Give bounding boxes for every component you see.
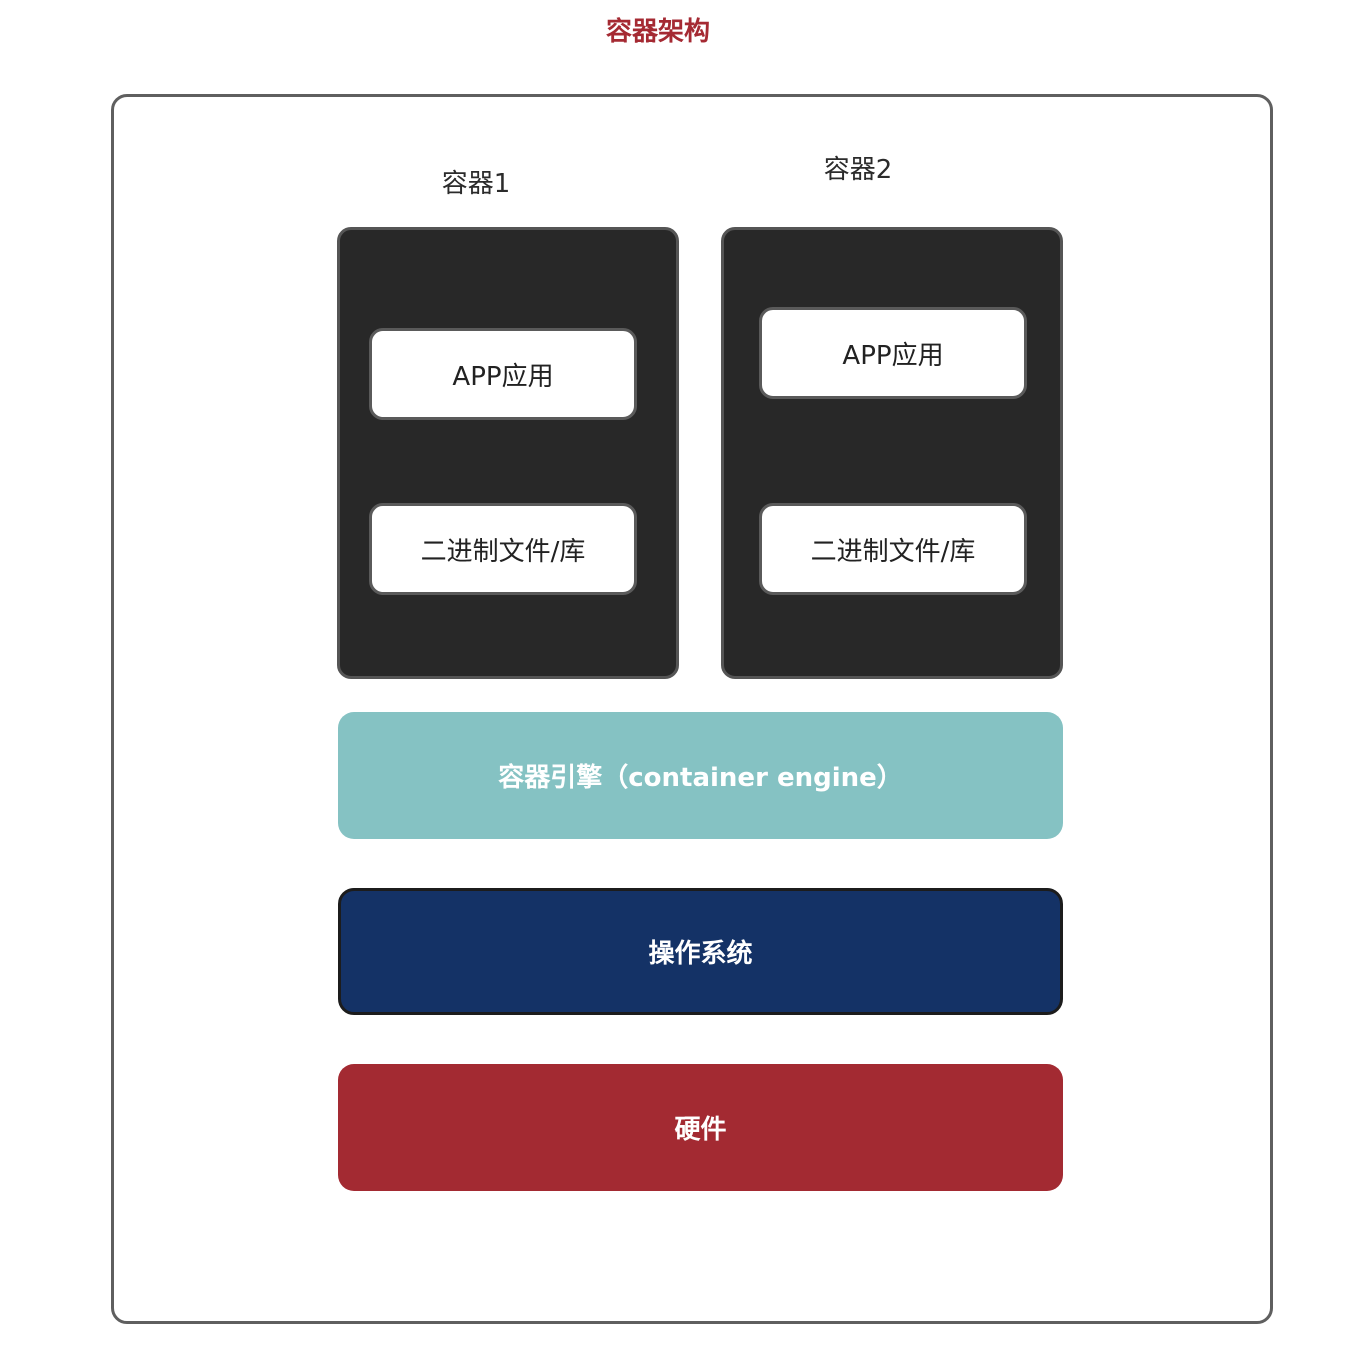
container-2-box: APP应用 二进制文件/库: [721, 227, 1063, 679]
container-1-binaries-box: 二进制文件/库: [369, 503, 637, 595]
container-engine-layer: 容器引擎（container engine）: [338, 712, 1063, 839]
container-1-app-box: APP应用: [369, 328, 637, 420]
container-1-label: 容器1: [441, 169, 511, 199]
container-2-binaries-box: 二进制文件/库: [759, 503, 1027, 595]
container-2-app-box: APP应用: [759, 307, 1027, 399]
container-2-label: 容器2: [823, 155, 893, 185]
diagram-title: 容器架构: [605, 17, 710, 47]
hardware-layer: 硬件: [338, 1064, 1063, 1191]
container-1-box: APP应用 二进制文件/库: [337, 227, 679, 679]
operating-system-layer: 操作系统: [338, 888, 1063, 1015]
